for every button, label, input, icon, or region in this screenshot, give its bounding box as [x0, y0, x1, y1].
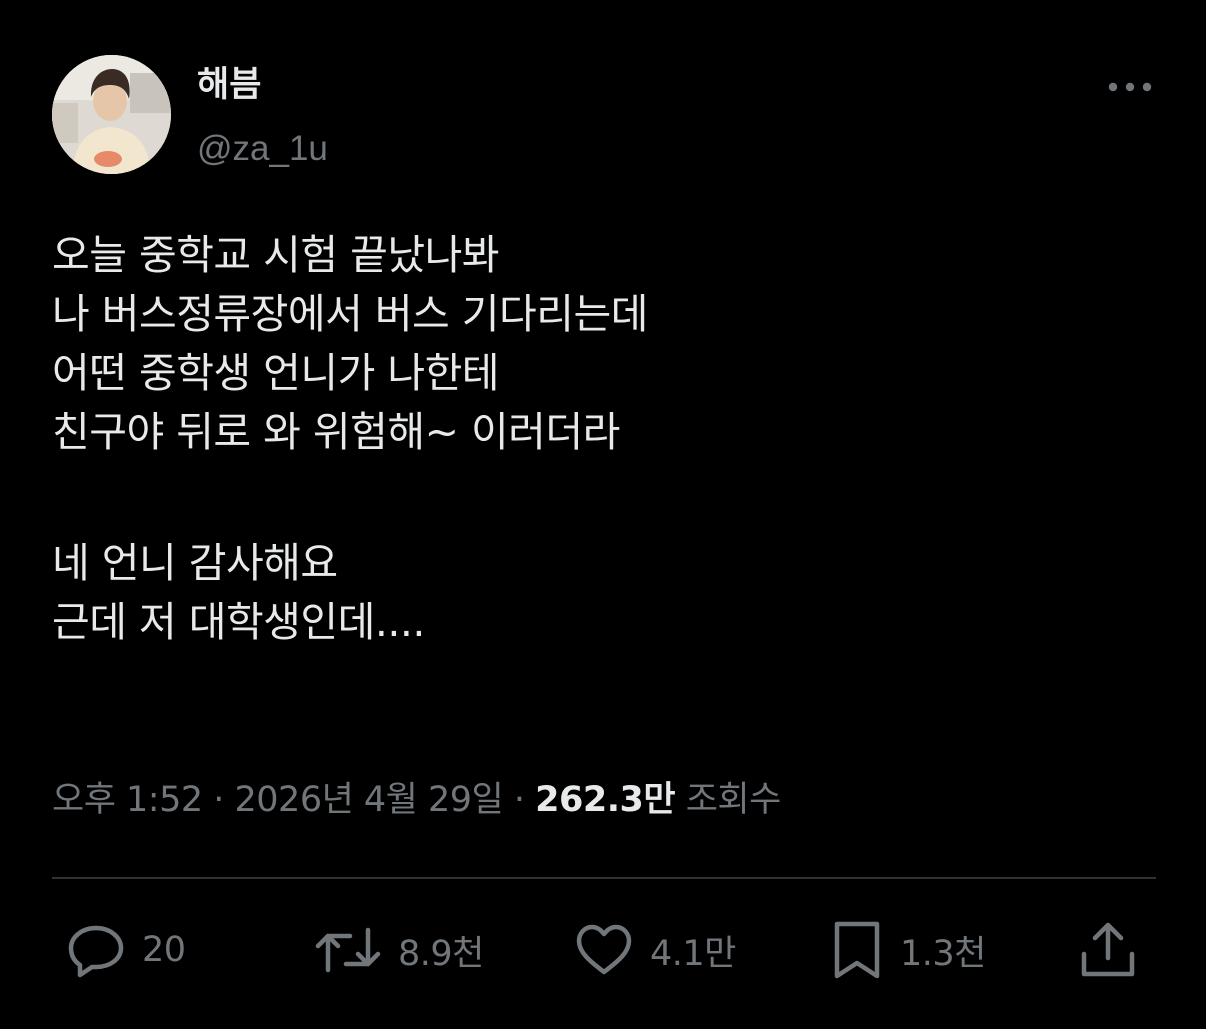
- retweet-icon: [315, 927, 381, 973]
- tweet-meta: 오후 1:52 · 2026년 4월 29일 · 262.3만 조회수: [52, 778, 781, 822]
- reply-icon: [68, 925, 124, 978]
- retweet-count: 8.9천: [398, 933, 484, 974]
- display-name[interactable]: 해븜: [197, 63, 328, 107]
- like-count: 4.1만: [650, 933, 736, 974]
- tweet-header: 해븜 @za_1u: [52, 55, 1156, 175]
- heart-icon: [576, 924, 632, 975]
- reply-count: 20: [142, 930, 186, 970]
- tweet-date[interactable]: 2026년 4월 29일: [235, 780, 504, 820]
- tweet-line: 나 버스정류장에서 버스 기다리는데: [52, 290, 648, 338]
- more-horizontal-icon: [1108, 82, 1152, 92]
- name-block: 해븜 @za_1u: [197, 63, 328, 171]
- views-count[interactable]: 262.3만: [535, 780, 675, 820]
- share-button[interactable]: [1078, 915, 1138, 985]
- bookmark-button[interactable]: 1.3천: [830, 915, 986, 985]
- user-handle[interactable]: @za_1u: [197, 127, 328, 171]
- avatar-image: [52, 55, 171, 174]
- avatar[interactable]: [52, 55, 171, 174]
- tweet-text: 오늘 중학교 시험 끝났나봐 나 버스정류장에서 버스 기다리는데 어떤 중학생…: [52, 226, 1156, 652]
- meta-separator: ·: [503, 780, 536, 820]
- tweet-detail: 해븜 @za_1u 오늘 중학교 시험 끝났나봐 나 버스정류장에서 버스 기다…: [52, 0, 1156, 1029]
- tweet-line: 어떤 중학생 언니가 나한테: [52, 349, 500, 397]
- more-options-button[interactable]: [1104, 67, 1156, 107]
- meta-separator: ·: [202, 780, 235, 820]
- divider: [52, 877, 1156, 879]
- reply-button[interactable]: 20: [66, 915, 186, 985]
- bookmark-icon: [834, 921, 880, 979]
- like-button[interactable]: 4.1만: [574, 915, 736, 985]
- share-icon: [1081, 922, 1135, 977]
- views-label: 조회수: [675, 780, 782, 820]
- tweet-line: 네 언니 감사해요: [52, 539, 338, 587]
- tweet-line: 친구야 뒤로 와 위험해~ 이러더라: [52, 408, 620, 456]
- tweet-line: 근데 저 대학생인데....: [52, 598, 425, 646]
- action-bar: 20 8.9천 4.1만 1.3천: [52, 915, 1156, 985]
- tweet-time[interactable]: 오후 1:52: [52, 780, 203, 820]
- bookmark-count: 1.3천: [900, 933, 986, 974]
- tweet-line: 오늘 중학교 시험 끝났나봐: [52, 231, 500, 279]
- retweet-button[interactable]: 8.9천: [314, 915, 484, 985]
